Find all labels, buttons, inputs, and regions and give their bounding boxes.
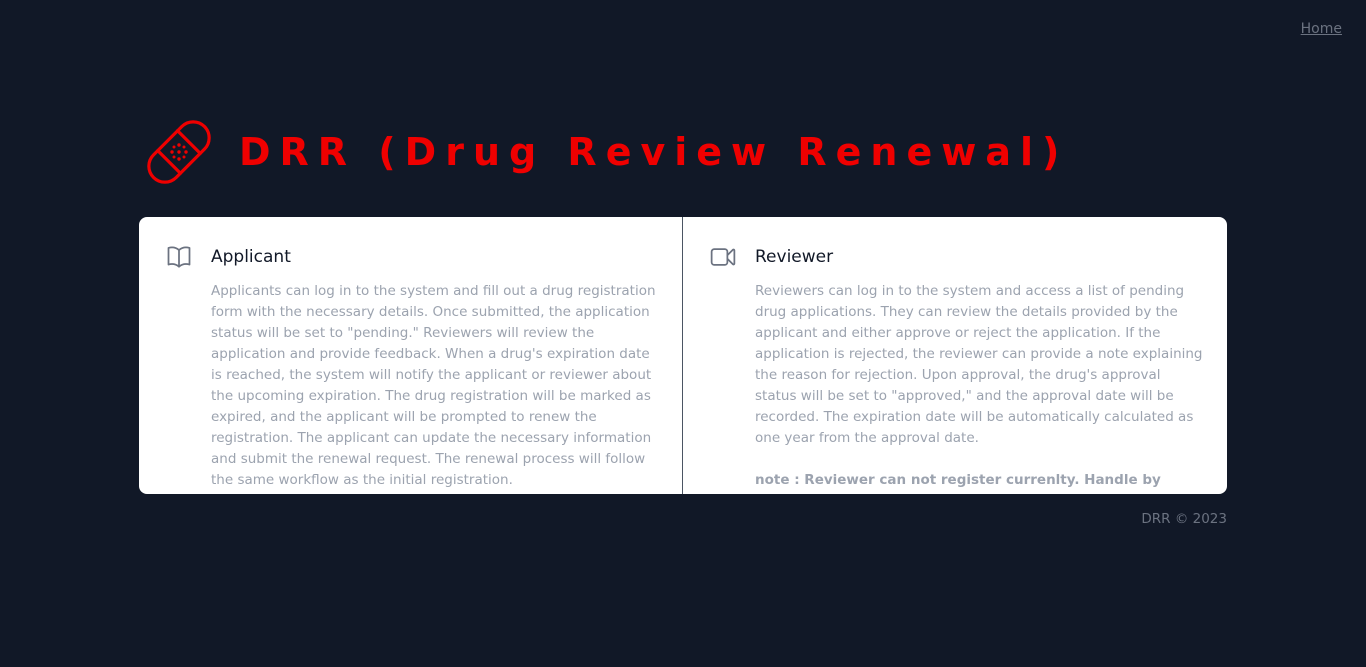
top-nav: Home bbox=[1301, 18, 1342, 37]
book-open-icon bbox=[167, 246, 191, 268]
page-title: DRR (Drug Review Renewal) bbox=[239, 130, 1069, 174]
footer: DRR © 2023 bbox=[1141, 511, 1227, 527]
applicant-panel: Applicant Applicants can log in to the s… bbox=[139, 217, 683, 494]
reviewer-description-block: Reviewers can log in to the system and a… bbox=[755, 281, 1203, 449]
bandage-icon bbox=[147, 120, 211, 184]
info-card: Applicant Applicants can log in to the s… bbox=[139, 217, 1227, 494]
applicant-title: Applicant bbox=[211, 247, 291, 267]
reviewer-description: Reviewers can log in to the system and a… bbox=[755, 283, 1203, 446]
applicant-description: Applicants can log in to the system and … bbox=[211, 283, 656, 488]
hero: DRR (Drug Review Renewal) bbox=[145, 118, 1068, 186]
reviewer-panel: Reviewer Reviewers can log in to the sys… bbox=[683, 217, 1227, 494]
home-link[interactable]: Home bbox=[1301, 21, 1342, 37]
reviewer-title: Reviewer bbox=[755, 247, 834, 267]
applicant-description-block: Applicants can log in to the system and … bbox=[211, 281, 658, 491]
reviewer-note: note : Reviewer can not register currenl… bbox=[755, 472, 1161, 494]
copyright-text: DRR © 2023 bbox=[1141, 511, 1227, 527]
video-camera-icon bbox=[710, 248, 736, 266]
